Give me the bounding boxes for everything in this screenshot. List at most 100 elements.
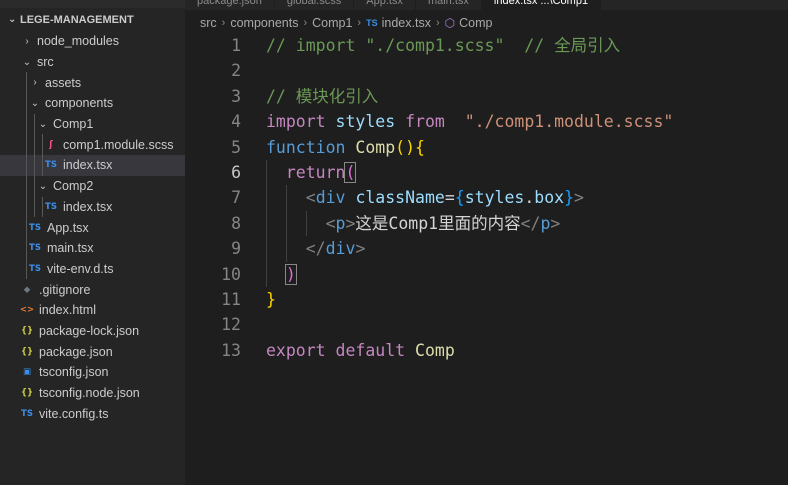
code-editor[interactable]: 1 // import "./comp1.scss" // 全局引入 2 3 // 模块… bbox=[185, 33, 788, 485]
tree-item-label: index.tsx bbox=[63, 199, 113, 214]
breadcrumb-segment[interactable]: Comp1 bbox=[312, 16, 352, 30]
tree-file[interactable]: <> index.html bbox=[0, 300, 185, 321]
code-token: ) bbox=[284, 263, 297, 285]
tree-file[interactable]: TS index.tsx bbox=[0, 196, 185, 218]
tree-file[interactable]: ◆ .gitignore bbox=[0, 279, 185, 300]
tree-item-label: assets bbox=[45, 75, 82, 90]
sass-icon: ʃ bbox=[49, 139, 53, 150]
tree-folder[interactable]: ⌄ Comp2 bbox=[0, 175, 185, 197]
code-token: > bbox=[355, 239, 366, 259]
tree-file[interactable]: TS vite.config.ts bbox=[0, 403, 185, 424]
code-line[interactable]: 10 ) bbox=[185, 262, 788, 287]
code-text: <div className={styles.box}> bbox=[266, 185, 584, 210]
code-line[interactable]: 3 // 模块化引入 bbox=[185, 84, 788, 109]
tree-item-label: node_modules bbox=[37, 34, 120, 49]
indent-guide bbox=[34, 113, 35, 135]
file-tree: › node_modules ⌄ src › assets ⌄ components ⌄ Comp… bbox=[0, 31, 185, 424]
tree-file[interactable]: {} package-lock.json bbox=[0, 321, 185, 342]
code-line[interactable]: 2 bbox=[185, 58, 788, 83]
editor-tab[interactable]: global.scss bbox=[275, 0, 355, 10]
tree-item-label: tsconfig.node.json bbox=[39, 386, 140, 401]
json-icon: {} bbox=[20, 325, 34, 336]
code-token: function bbox=[266, 137, 346, 157]
chevron-right-icon: › bbox=[435, 17, 440, 29]
line-number: 13 bbox=[221, 340, 241, 360]
editor-tab[interactable]: App.tsx bbox=[354, 0, 416, 10]
tree-file[interactable]: ʃ comp1.module.scss bbox=[0, 134, 185, 156]
code-token: Comp bbox=[355, 137, 396, 157]
code-token: Comp bbox=[415, 340, 455, 360]
tree-file[interactable]: {} tsconfig.node.json bbox=[0, 383, 185, 404]
tree-item-label: Comp2 bbox=[53, 179, 94, 194]
indent-guide bbox=[34, 134, 35, 156]
code-text: function Comp(){ bbox=[266, 135, 425, 160]
tree-file[interactable]: ▣ tsconfig.json bbox=[0, 362, 185, 383]
tree-item-label: App.tsx bbox=[47, 220, 89, 235]
code-token: p bbox=[335, 213, 346, 233]
code-token: styles bbox=[464, 188, 525, 208]
line-number: 4 bbox=[231, 112, 241, 132]
ts-icon: TS bbox=[29, 263, 41, 274]
code-text: return( bbox=[266, 160, 357, 185]
json-icon: {} bbox=[20, 346, 34, 357]
breadcrumb-segment[interactable]: components bbox=[230, 16, 298, 30]
editor-tab[interactable]: package.json bbox=[185, 0, 275, 10]
indent-guide bbox=[26, 93, 27, 114]
tree-file[interactable]: TS App.tsx bbox=[0, 217, 185, 238]
line-number: 1 bbox=[231, 36, 241, 55]
explorer-project-root[interactable]: ⌄ LEGE-MANAGEMENT bbox=[0, 8, 185, 31]
indent-guide bbox=[26, 217, 27, 238]
tree-folder[interactable]: › assets bbox=[0, 72, 185, 94]
breadcrumb-file[interactable]: index.tsx bbox=[382, 16, 431, 30]
tree-item-label: vite.config.ts bbox=[39, 406, 109, 421]
tree-item-label: main.tsx bbox=[47, 241, 94, 256]
code-line[interactable]: 9 </div> bbox=[185, 236, 788, 261]
tree-folder[interactable]: ⌄ Comp1 bbox=[0, 113, 185, 135]
code-token: box bbox=[534, 188, 565, 208]
code-token: div bbox=[315, 188, 346, 208]
code-line[interactable]: 1 // import "./comp1.scss" // 全局引入 bbox=[185, 33, 788, 58]
code-token: </ bbox=[520, 213, 541, 233]
tree-file[interactable]: {} package.json bbox=[0, 341, 185, 362]
breadcrumb-segment[interactable]: src bbox=[200, 16, 217, 30]
indent-guide bbox=[26, 72, 27, 94]
ts-icon: TS bbox=[45, 201, 57, 212]
breadcrumb-symbol[interactable]: Comp bbox=[459, 16, 492, 30]
code-token: div bbox=[325, 239, 356, 259]
tsconfig-icon: ▣ bbox=[22, 367, 32, 378]
tree-folder[interactable]: › node_modules bbox=[0, 31, 185, 52]
code-text: ) bbox=[266, 262, 297, 287]
code-token: export bbox=[266, 340, 326, 360]
code-line[interactable]: 4 import styles from "./comp1.module.scss… bbox=[185, 109, 788, 134]
editor-tab[interactable]: main.tsx bbox=[416, 0, 482, 10]
line-number: 2 bbox=[231, 61, 241, 81]
code-token: { bbox=[454, 188, 465, 208]
chevron-right-icon: › bbox=[221, 17, 226, 29]
code-line[interactable]: 5 function Comp(){ bbox=[185, 135, 788, 160]
code-token: className bbox=[355, 188, 445, 208]
chevron-down-icon: ⌄ bbox=[22, 56, 32, 68]
editor-tab[interactable]: index.tsx ...\Comp1 bbox=[481, 0, 602, 10]
line-number: 6 bbox=[231, 163, 241, 182]
tree-file[interactable]: TS main.tsx bbox=[0, 237, 185, 259]
tree-file[interactable]: TS vite-env.d.ts bbox=[0, 258, 185, 280]
project-name: LEGE-MANAGEMENT bbox=[20, 13, 134, 26]
code-token: < bbox=[325, 213, 336, 233]
code-line[interactable]: 13 export default Comp bbox=[185, 338, 788, 363]
tree-file[interactable]: TS index.tsx bbox=[0, 155, 185, 176]
code-line[interactable]: 7 <div className={styles.box}> bbox=[185, 185, 788, 210]
code-line[interactable]: 11} bbox=[185, 287, 788, 312]
indent-guide bbox=[266, 160, 267, 287]
code-token: return bbox=[285, 163, 346, 182]
tree-folder[interactable]: ⌄ components bbox=[0, 93, 185, 114]
tree-folder[interactable]: ⌄ src bbox=[0, 52, 185, 73]
code-line[interactable]: 12 bbox=[185, 312, 788, 337]
code-token: from bbox=[405, 112, 445, 132]
line-number: 11 bbox=[221, 290, 241, 309]
code-line[interactable]: 6 return( bbox=[185, 160, 788, 185]
code-line[interactable]: 8 <p>这是Comp1里面的内容</p> bbox=[185, 211, 788, 236]
